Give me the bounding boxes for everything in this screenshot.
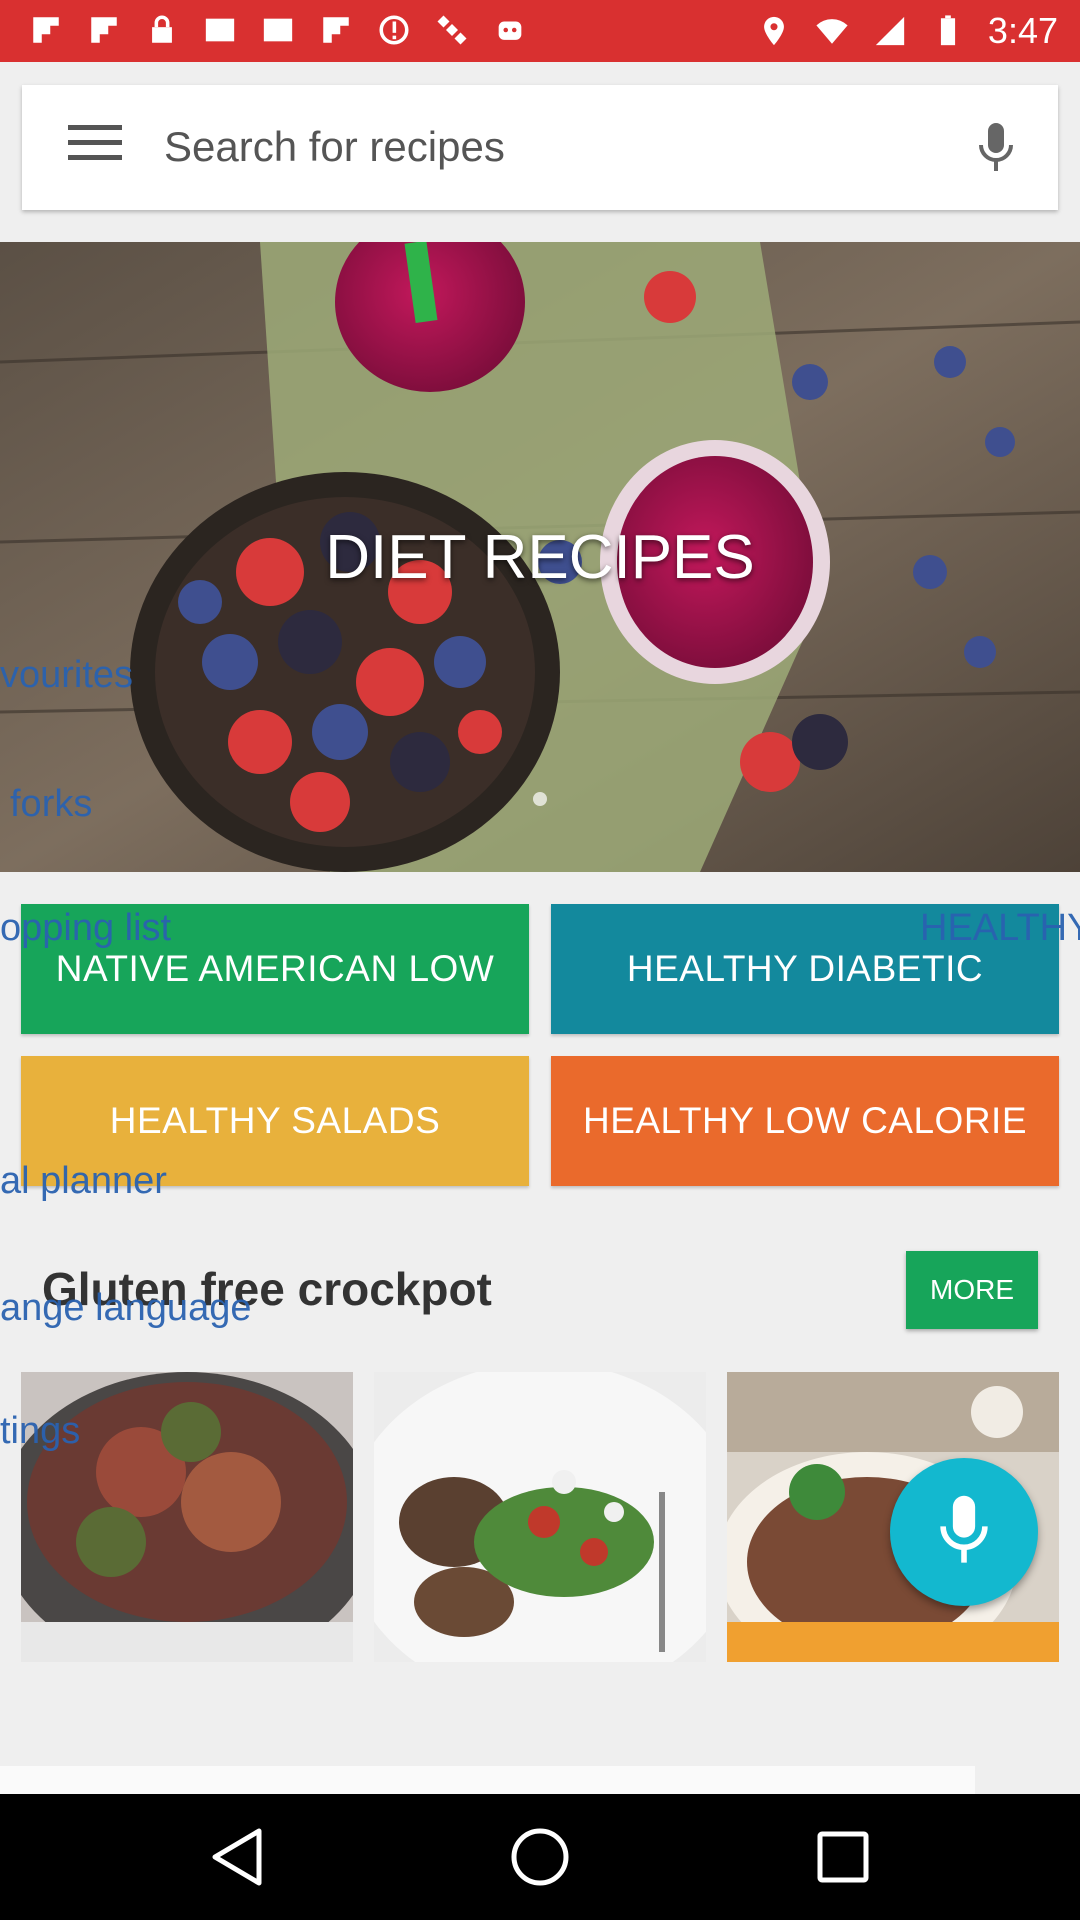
carousel-indicator: [533, 792, 547, 806]
menu-icon[interactable]: [68, 125, 122, 169]
app-icon: [492, 12, 528, 48]
category-label: NATIVE AMERICAN LOW: [55, 948, 495, 989]
search-bar[interactable]: Search for recipes: [22, 85, 1058, 210]
image-icon: [202, 12, 238, 48]
hero-title: DIET RECIPES: [325, 523, 755, 592]
satellite-icon: [434, 12, 470, 48]
flipboard-icon: [86, 12, 122, 48]
drawer-item-change-language[interactable]: ange language: [0, 1287, 251, 1330]
flipboard-icon: [318, 12, 354, 48]
recents-icon[interactable]: [810, 1824, 876, 1890]
image-icon: [260, 12, 296, 48]
status-time: 3:47: [987, 10, 1058, 51]
status-bar: 3:47: [0, 0, 1080, 62]
category-label: HEALTHY DIABETIC: [626, 948, 984, 989]
category-label: HEALTHY LOW CALORIE: [582, 1100, 1027, 1141]
recipe-thumbnail[interactable]: [374, 1372, 706, 1662]
drawer-item-shopping-list[interactable]: opping list: [0, 907, 171, 950]
drawer-item-favourites[interactable]: vourites: [0, 654, 133, 697]
location-icon: [756, 13, 792, 49]
search-input[interactable]: Search for recipes: [164, 123, 505, 171]
drawer-item-forks[interactable]: forks: [10, 783, 92, 826]
app-screen: 3:47 Search for recipes DIET RECIPES vou…: [0, 0, 1080, 1920]
battery-icon: [930, 13, 966, 49]
navigation-bar: [0, 1794, 1080, 1920]
wifi-icon: [814, 13, 850, 49]
voice-search-button[interactable]: [890, 1458, 1038, 1606]
signal-icon: [872, 13, 908, 49]
category-healthy-low-calorie[interactable]: HEALTHY LOW CALORIE: [551, 1056, 1059, 1186]
mic-icon[interactable]: [976, 121, 1016, 175]
flipboard-icon: [28, 12, 64, 48]
back-icon[interactable]: [204, 1824, 270, 1890]
mic-icon: [940, 1495, 988, 1563]
category-label: HEALTHY SALADS: [109, 1100, 441, 1141]
drawer-item-meal-planner[interactable]: al planner: [0, 1160, 167, 1203]
bottom-strip: [0, 1766, 975, 1794]
notification-icons: [28, 12, 528, 48]
lock-icon: [144, 12, 180, 48]
drawer-item-settings[interactable]: tings: [0, 1410, 80, 1453]
more-button[interactable]: MORE: [906, 1251, 1038, 1329]
hero-banner[interactable]: DIET RECIPES: [0, 242, 1080, 872]
drawer-item-healthy: HEALTHY: [920, 907, 1080, 949]
alert-icon: [376, 12, 412, 48]
system-icons: 3:47: [756, 10, 1058, 52]
home-icon[interactable]: [507, 1824, 573, 1890]
